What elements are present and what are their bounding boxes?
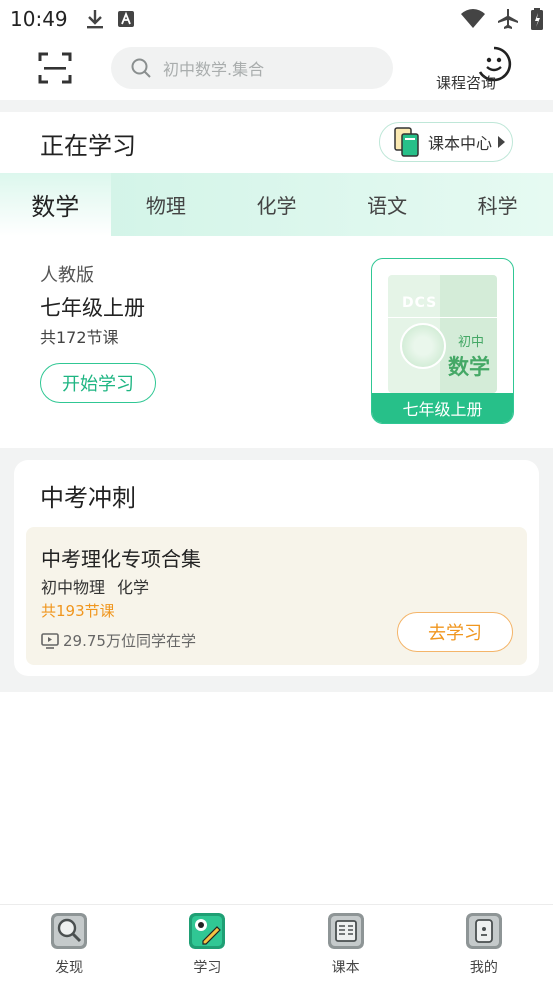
textbook-cover[interactable]: DCS 初中 数学 七年级上册 (371, 258, 514, 424)
bottom-nav: 发现 学习 课本 我的 (0, 904, 553, 984)
nav-textbook[interactable]: 课本 (277, 905, 415, 984)
airplane-icon (498, 9, 518, 29)
section-title: 正在学习 (40, 132, 136, 160)
status-time: 10:49 (10, 7, 68, 31)
textbook-edition: 人教版 (40, 265, 94, 286)
textbook-icon (327, 913, 364, 949)
cover-art: DCS 初中 数学 (388, 275, 497, 393)
top-header: 初中数学.集合 课程咨询 (0, 38, 553, 100)
nav-label: 我的 (469, 960, 498, 976)
download-icon (86, 10, 103, 29)
course-name: 中考理化专项合集 (41, 547, 201, 571)
textbook-center-button[interactable]: 课本中心 (379, 122, 513, 162)
textbook-center-label: 课本中心 (428, 134, 493, 153)
section-title: 中考冲刺 (40, 484, 136, 512)
font-icon (117, 11, 134, 27)
cover-subject: 数学 (448, 355, 490, 379)
course-learners: 29.75万位同学在学 (41, 630, 196, 651)
lesson-count: 共172节课 (40, 328, 119, 347)
publisher-logo: DCS (402, 295, 438, 311)
nav-profile[interactable]: 我的 (415, 905, 553, 984)
consult-label: 课程咨询 (436, 74, 497, 92)
search-placeholder: 初中数学.集合 (163, 60, 265, 79)
tab-chemistry[interactable]: 化学 (221, 173, 332, 236)
nav-label: 发现 (55, 960, 84, 976)
wifi-icon (461, 9, 485, 28)
magnifier-icon (51, 913, 88, 949)
exam-rush-card: 中考冲刺 中考理化专项合集 初中物理 化学 共193节课 29.75万位同学在学… (14, 460, 539, 676)
nav-study[interactable]: 学习 (138, 905, 276, 984)
textbook-grade: 七年级上册 (40, 296, 145, 320)
go-learn-button[interactable]: 去学习 (397, 612, 513, 652)
cover-grade-band: 七年级上册 (372, 393, 513, 423)
start-learning-button[interactable]: 开始学习 (40, 363, 156, 403)
course-subjects: 初中物理 化学 (41, 574, 149, 598)
search-icon (131, 58, 151, 78)
arrow-right-icon (498, 136, 506, 148)
course-card[interactable]: 中考理化专项合集 初中物理 化学 共193节课 29.75万位同学在学 去学习 (26, 527, 527, 665)
profile-icon (465, 913, 502, 949)
course-subject: 初中物理 (41, 578, 106, 597)
nav-label: 学习 (193, 960, 222, 976)
studying-section: 正在学习 课本中心 数学 物理 化学 语文 科学 人教版 七年级上册 共172节… (0, 112, 553, 448)
scan-icon[interactable] (38, 52, 72, 84)
subject-tabs: 数学 物理 化学 语文 科学 (0, 173, 553, 236)
tab-math[interactable]: 数学 (0, 173, 111, 236)
content-blank-area (0, 692, 553, 904)
course-consult-button[interactable]: 课程咨询 (432, 46, 512, 96)
study-icon (189, 913, 226, 949)
course-lesson-count: 共193节课 (41, 602, 115, 620)
tab-science[interactable]: 科学 (442, 173, 553, 236)
course-subject: 化学 (117, 578, 150, 597)
nav-discover[interactable]: 发现 (0, 905, 138, 984)
books-icon (394, 127, 419, 157)
search-bar[interactable]: 初中数学.集合 (111, 47, 393, 89)
video-icon (41, 632, 59, 649)
tab-physics[interactable]: 物理 (111, 173, 222, 236)
tab-chinese[interactable]: 语文 (332, 173, 443, 236)
status-bar: 10:49 (0, 0, 553, 38)
battery-icon (531, 8, 543, 30)
cover-level: 初中 (458, 335, 485, 350)
cover-circle (400, 323, 446, 369)
nav-label: 课本 (331, 960, 360, 976)
learners-count: 29.75万位同学在学 (63, 632, 196, 650)
